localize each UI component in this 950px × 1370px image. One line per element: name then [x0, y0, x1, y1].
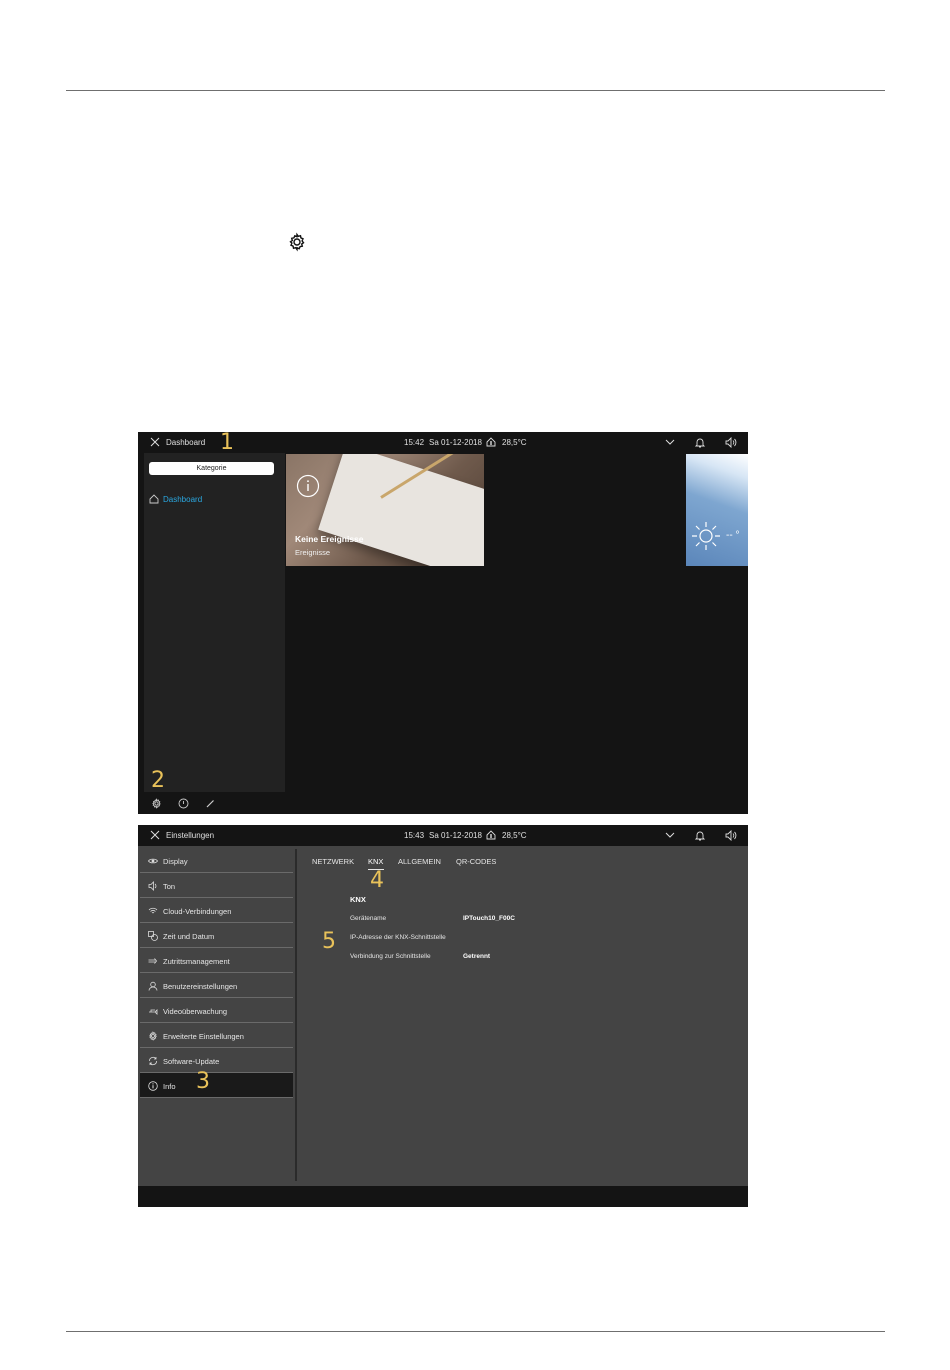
- callout-3: 3: [196, 1069, 210, 1094]
- info-icon: [148, 1081, 158, 1091]
- menu-divider: [295, 849, 297, 1181]
- menu-item-software-update[interactable]: Software-Update: [140, 1048, 293, 1073]
- tab-knx[interactable]: KNX: [368, 857, 383, 866]
- top-rule: [66, 90, 885, 91]
- menu-item-label: Software-Update: [163, 1057, 220, 1066]
- eye-icon: [148, 858, 158, 864]
- menu-item-video[interactable]: Videoüberwachung: [140, 998, 293, 1023]
- settings-screenshot: Einstellungen 15:43 Sa 01-12-2018 28,5°C…: [138, 825, 748, 1207]
- events-tile[interactable]: Keine Ereignisse Ereignisse: [286, 454, 484, 566]
- home-temperature-icon: [486, 830, 496, 840]
- category-button[interactable]: Kategorie: [149, 462, 274, 475]
- callout-1: 1: [220, 432, 234, 455]
- field-value-geraetename: IPTouch10_F00C: [463, 915, 515, 922]
- clock-date: Sa 01-12-2018: [429, 831, 482, 840]
- menu-item-zutritt[interactable]: Zutrittsmanagement: [140, 948, 293, 973]
- field-label-geraetename: Gerätename: [350, 915, 387, 922]
- settings-body: Display Ton Cloud-Verbindungen Zeit und …: [138, 846, 748, 1186]
- clock-date: Sa 01-12-2018: [429, 438, 482, 447]
- tab-allgemein[interactable]: ALLGEMEIN: [398, 857, 441, 866]
- callout-5: 5: [322, 929, 336, 954]
- menu-item-label: Ton: [163, 882, 176, 891]
- top-bar: Einstellungen 15:43 Sa 01-12-2018 28,5°C: [138, 825, 748, 846]
- menu-item-info[interactable]: Info: [140, 1073, 293, 1098]
- clock-time: 15:42: [404, 438, 425, 447]
- sidebar: Kategorie Dashboard: [144, 453, 285, 792]
- menu-item-benutzer[interactable]: Benutzereinstellungen: [140, 973, 293, 998]
- camera-icon: [149, 1009, 158, 1015]
- speaker-icon[interactable]: [725, 830, 737, 841]
- field-label-verbindung: Verbindung zur Schnittstelle: [350, 953, 431, 960]
- clock-time: 15:43: [404, 831, 425, 840]
- close-icon[interactable]: [150, 437, 160, 447]
- user-icon: [148, 981, 158, 991]
- speaker-icon: [148, 881, 157, 891]
- bottom-toolbar: [138, 792, 748, 814]
- home-icon: [149, 494, 159, 504]
- menu-item-ton[interactable]: Ton: [140, 873, 293, 898]
- key-icon: [148, 958, 158, 964]
- menu-item-display[interactable]: Display: [140, 848, 293, 873]
- menu-item-label: Erweiterte Einstellungen: [163, 1032, 244, 1041]
- window-title: Dashboard: [166, 438, 206, 447]
- sun-icon: [692, 522, 720, 550]
- dashboard-screenshot: Dashboard 15:42 Sa 01-12-2018 28,5°C 1 K…: [138, 432, 748, 814]
- bell-icon[interactable]: [695, 437, 705, 448]
- temperature: 28,5°C: [502, 438, 527, 447]
- speaker-icon[interactable]: [725, 437, 737, 448]
- info-icon: [296, 474, 320, 498]
- settings-menu: Display Ton Cloud-Verbindungen Zeit und …: [138, 846, 297, 1183]
- notebook-image: [318, 454, 484, 566]
- chevron-down-icon[interactable]: [665, 831, 675, 839]
- bottom-rule: [66, 1331, 885, 1332]
- gear-icon[interactable]: [151, 798, 162, 809]
- home-temperature-icon: [486, 437, 496, 447]
- menu-item-zeit-datum[interactable]: Zeit und Datum: [140, 923, 293, 948]
- weather-tile[interactable]: -- °: [686, 454, 748, 566]
- menu-item-label: Display: [163, 857, 188, 866]
- menu-item-label: Zeit und Datum: [163, 932, 215, 941]
- tile-title: Keine Ereignisse: [295, 534, 364, 544]
- section-title: KNX: [350, 895, 366, 904]
- temperature: 28,5°C: [502, 831, 527, 840]
- menu-item-cloud[interactable]: Cloud-Verbindungen: [140, 898, 293, 923]
- bell-icon[interactable]: [695, 830, 705, 841]
- callout-2: 2: [151, 768, 165, 793]
- field-value-verbindung: Getrennt: [463, 953, 491, 960]
- clock-icon: [148, 931, 158, 941]
- tab-qr-codes[interactable]: QR-CODES: [456, 857, 496, 866]
- tile-subtitle: Ereignisse: [295, 548, 331, 557]
- menu-item-label: Benutzereinstellungen: [163, 982, 238, 991]
- timer-icon[interactable]: [178, 798, 189, 809]
- menu-item-label: Zutrittsmanagement: [163, 957, 230, 966]
- callout-4: 4: [370, 868, 384, 893]
- gear-icon: [289, 232, 305, 252]
- chevron-down-icon[interactable]: [665, 438, 675, 446]
- bottom-bar: [138, 1186, 748, 1207]
- menu-item-label: Videoüberwachung: [163, 1007, 228, 1016]
- refresh-icon: [149, 1056, 157, 1066]
- field-label-ip-adresse: IP-Adresse der KNX-Schnittstelle: [350, 934, 446, 941]
- gear-icon: [149, 1031, 157, 1041]
- weather-value: -- °: [726, 530, 740, 541]
- menu-item-label: Info: [163, 1082, 176, 1091]
- menu-item-erweitert[interactable]: Erweiterte Einstellungen: [140, 1023, 293, 1048]
- edit-pencil-icon[interactable]: [205, 798, 216, 809]
- cloud-icon: [148, 907, 158, 914]
- menu-item-label: Cloud-Verbindungen: [163, 907, 232, 916]
- sidebar-item-dashboard[interactable]: Dashboard: [149, 494, 202, 504]
- close-icon[interactable]: [150, 830, 160, 840]
- sidebar-item-label: Dashboard: [163, 495, 203, 504]
- window-title: Einstellungen: [166, 831, 215, 840]
- tab-netzwerk[interactable]: NETZWERK: [312, 857, 354, 866]
